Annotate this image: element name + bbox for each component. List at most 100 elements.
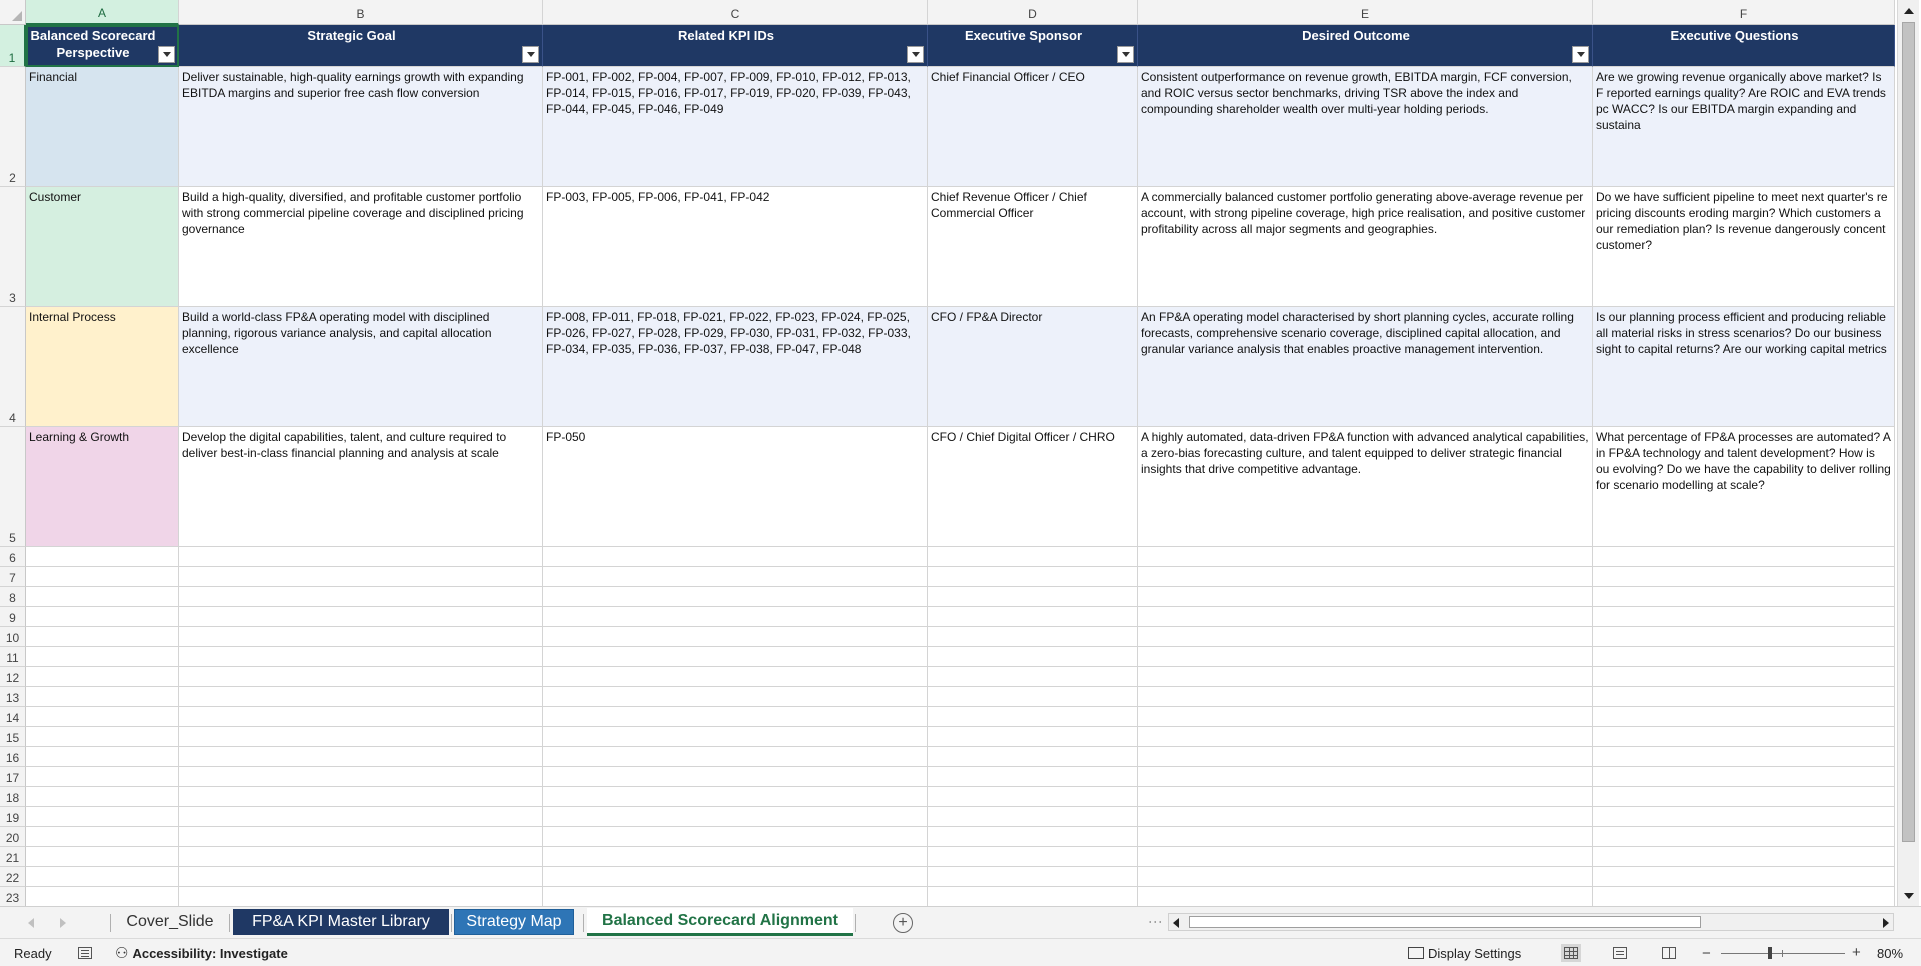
cell-f2[interactable]: Are we growing revenue organically above… [1593, 67, 1895, 187]
empty-cell[interactable] [179, 807, 543, 827]
empty-cell[interactable] [1138, 707, 1593, 727]
empty-cell[interactable] [928, 647, 1138, 667]
cell-c2[interactable]: FP-001, FP-002, FP-004, FP-007, FP-009, … [543, 67, 928, 187]
zoom-in-icon[interactable]: + [1852, 944, 1861, 961]
empty-cell[interactable] [179, 867, 543, 887]
empty-cell[interactable] [179, 727, 543, 747]
zoom-level[interactable]: 80% [1877, 939, 1903, 966]
cell-b3[interactable]: Build a high-quality, diversified, and p… [179, 187, 543, 307]
empty-cell[interactable] [179, 747, 543, 767]
empty-cell[interactable] [543, 647, 928, 667]
empty-cell[interactable] [26, 707, 179, 727]
empty-cell[interactable] [1593, 787, 1895, 807]
empty-cell[interactable] [179, 767, 543, 787]
scroll-left-icon[interactable] [1173, 918, 1179, 928]
empty-cell[interactable] [26, 867, 179, 887]
empty-cell[interactable] [1593, 607, 1895, 627]
tab-cover-slide[interactable]: Cover_Slide [114, 909, 226, 935]
empty-cell[interactable] [179, 607, 543, 627]
empty-cell[interactable] [179, 667, 543, 687]
empty-cell[interactable] [543, 847, 928, 867]
column-header-e[interactable]: E [1138, 0, 1593, 25]
empty-cell[interactable] [26, 667, 179, 687]
empty-cell[interactable] [928, 627, 1138, 647]
tab-strategy-map[interactable]: Strategy Map [454, 909, 574, 935]
cell-a4[interactable]: Internal Process [26, 307, 179, 427]
cell-d2[interactable]: Chief Financial Officer / CEO [928, 67, 1138, 187]
cell-b4[interactable]: Build a world-class FP&A operating model… [179, 307, 543, 427]
empty-cell[interactable] [1593, 747, 1895, 767]
empty-cell[interactable] [543, 567, 928, 587]
empty-cell[interactable] [26, 747, 179, 767]
empty-cell[interactable] [1138, 767, 1593, 787]
page-layout-button[interactable] [1610, 944, 1630, 962]
row-header-7[interactable]: 7 [0, 567, 26, 587]
empty-cell[interactable] [26, 647, 179, 667]
filter-dropdown-icon[interactable] [907, 46, 924, 63]
empty-cell[interactable] [543, 687, 928, 707]
empty-cell[interactable] [543, 667, 928, 687]
empty-cell[interactable] [179, 787, 543, 807]
empty-cell[interactable] [1593, 627, 1895, 647]
empty-cell[interactable] [1593, 887, 1895, 906]
cell-e2[interactable]: Consistent outperformance on revenue gro… [1138, 67, 1593, 187]
cell-c3[interactable]: FP-003, FP-005, FP-006, FP-041, FP-042 [543, 187, 928, 307]
header-cell-d[interactable]: Executive Sponsor [928, 25, 1138, 67]
empty-cell[interactable] [179, 567, 543, 587]
empty-cell[interactable] [928, 667, 1138, 687]
row-header-20[interactable]: 20 [0, 827, 26, 847]
cell-f3[interactable]: Do we have sufficient pipeline to meet n… [1593, 187, 1895, 307]
filter-dropdown-icon[interactable] [158, 46, 175, 63]
cell-e3[interactable]: A commercially balanced customer portfol… [1138, 187, 1593, 307]
empty-cell[interactable] [26, 687, 179, 707]
empty-cell[interactable] [179, 827, 543, 847]
scroll-down-icon[interactable] [1901, 888, 1916, 903]
empty-cell[interactable] [1593, 807, 1895, 827]
empty-cell[interactable] [26, 547, 179, 567]
empty-cell[interactable] [179, 587, 543, 607]
row-header-4[interactable]: 4 [0, 307, 26, 427]
empty-cell[interactable] [543, 607, 928, 627]
column-header-d[interactable]: D [928, 0, 1138, 25]
empty-cell[interactable] [1593, 727, 1895, 747]
tab-scroll-left-icon[interactable] [28, 918, 34, 928]
cell-f5[interactable]: What percentage of FP&A processes are au… [1593, 427, 1895, 547]
empty-cell[interactable] [543, 747, 928, 767]
zoom-slider[interactable] [1721, 953, 1845, 954]
empty-cell[interactable] [1138, 667, 1593, 687]
vertical-scrollbar[interactable] [1897, 0, 1919, 906]
empty-cell[interactable] [1593, 567, 1895, 587]
cell-a5[interactable]: Learning & Growth [26, 427, 179, 547]
row-header-10[interactable]: 10 [0, 627, 26, 647]
empty-cell[interactable] [1593, 587, 1895, 607]
cell-a3[interactable]: Customer [26, 187, 179, 307]
empty-cell[interactable] [928, 827, 1138, 847]
vertical-scroll-thumb[interactable] [1902, 22, 1915, 842]
display-settings-button[interactable]: Display Settings [1408, 939, 1521, 966]
empty-cell[interactable] [1593, 647, 1895, 667]
scroll-up-icon[interactable] [1901, 3, 1916, 18]
empty-cell[interactable] [543, 787, 928, 807]
macro-record-icon[interactable] [78, 947, 92, 959]
horizontal-scroll-thumb[interactable] [1189, 916, 1701, 928]
empty-cell[interactable] [1138, 847, 1593, 867]
empty-cell[interactable] [1138, 887, 1593, 906]
filter-dropdown-icon[interactable] [522, 46, 539, 63]
row-header-1[interactable]: 1 [0, 25, 26, 67]
header-cell-e[interactable]: Desired Outcome [1138, 25, 1593, 67]
empty-cell[interactable] [543, 547, 928, 567]
empty-cell[interactable] [543, 627, 928, 647]
empty-cell[interactable] [928, 707, 1138, 727]
add-sheet-icon[interactable]: + [893, 913, 913, 933]
empty-cell[interactable] [928, 867, 1138, 887]
row-header-15[interactable]: 15 [0, 727, 26, 747]
empty-cell[interactable] [1593, 707, 1895, 727]
zoom-slider-thumb[interactable] [1768, 947, 1772, 959]
cell-a2[interactable]: Financial [26, 67, 179, 187]
empty-cell[interactable] [1138, 747, 1593, 767]
empty-cell[interactable] [928, 787, 1138, 807]
cell-d5[interactable]: CFO / Chief Digital Officer / CHRO [928, 427, 1138, 547]
row-header-16[interactable]: 16 [0, 747, 26, 767]
cell-f4[interactable]: Is our planning process efficient and pr… [1593, 307, 1895, 427]
scroll-right-icon[interactable] [1883, 918, 1889, 928]
